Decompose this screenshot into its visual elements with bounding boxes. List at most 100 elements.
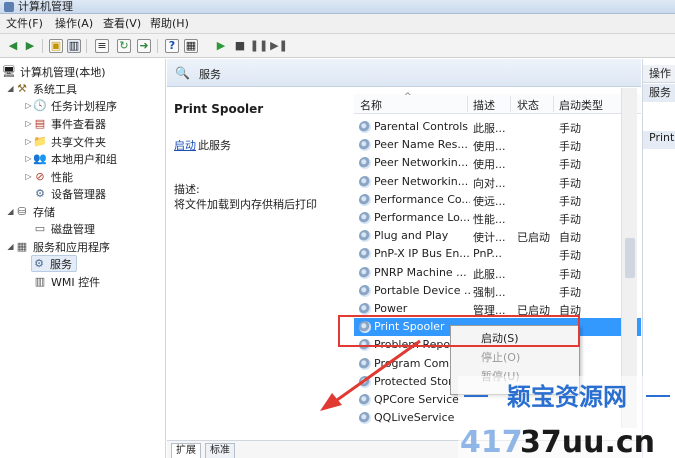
actions-group-print[interactable]: Print: [643, 131, 675, 149]
table-row[interactable]: Peer Name Res... 使用... 手动: [354, 136, 641, 154]
tree-item-shared-folders[interactable]: ▷ 📁 共享文件夹: [24, 133, 106, 150]
clock-icon: 🕓: [33, 99, 47, 112]
restart-service-icon[interactable]: ▶❚: [270, 39, 288, 53]
service-icon: [359, 303, 371, 315]
tree-item-device-manager[interactable]: ⚙ 设备管理器: [33, 185, 106, 202]
tree-item-local-users[interactable]: ▷ 👥 本地用户和组: [24, 150, 117, 167]
service-icon: [359, 175, 371, 188]
table-row[interactable]: Peer Networkin... 使用... 手动: [354, 154, 641, 172]
tree-item-root[interactable]: 🖥 计算机管理(本地): [2, 63, 106, 80]
service-description-cell: 强制...: [473, 285, 506, 299]
stop-service-icon[interactable]: ■: [233, 39, 247, 53]
column-divider[interactable]: [553, 96, 554, 112]
action-pane-icon[interactable]: ▦: [184, 39, 198, 53]
menu-file[interactable]: 文件(F): [6, 17, 43, 31]
event-log-icon: ▤: [34, 117, 46, 130]
expand-icon[interactable]: ▷: [24, 101, 33, 110]
service-name-cell: PnP-X IP Bus En...: [374, 247, 470, 261]
service-description-cell: PnP...: [473, 247, 502, 261]
service-name-cell: Portable Device ...: [374, 283, 470, 297]
expand-icon[interactable]: ▷: [24, 154, 33, 163]
column-divider[interactable]: [510, 96, 511, 112]
actions-group-services[interactable]: 服务: [643, 84, 675, 102]
list-header: 名称 ^ 描述 状态 启动类型: [354, 92, 641, 114]
service-description-cell: 此服...: [473, 267, 506, 281]
expand-icon[interactable]: ▷: [24, 119, 33, 128]
show-hide-tree-icon[interactable]: ▥: [67, 39, 81, 53]
tab-standard[interactable]: 标准: [205, 443, 235, 458]
service-startup-cell: 手动: [559, 267, 581, 281]
toolbar: ◀ ▶ ▣ ▥ ≡ ↻ ➜ ? ▦ ▶ ■ ❚❚ ▶❚: [0, 34, 675, 58]
tree-item-disk-management[interactable]: ▭ 磁盘管理: [33, 220, 95, 237]
service-name-cell: Peer Name Res...: [374, 138, 468, 152]
watermark: 颖宝资源网 417 37uu.cn: [458, 376, 675, 458]
tree-item-event-viewer[interactable]: ▷ ▤ 事件查看器: [24, 115, 106, 132]
table-row[interactable]: Performance Co... 使远... 手动: [354, 191, 641, 209]
arrow-head: [320, 393, 342, 411]
service-startup-cell: 手动: [559, 285, 581, 299]
collapse-icon[interactable]: ◢: [6, 207, 15, 216]
table-row[interactable]: Parental Controls 此服... 手动: [354, 118, 641, 136]
column-startup-type[interactable]: 启动类型: [559, 97, 603, 113]
menu-bar: 文件(F) 操作(A) 查看(V) 帮助(H): [0, 14, 675, 34]
service-description-cell: 向对...: [473, 176, 506, 190]
service-icon: [359, 230, 371, 243]
expand-icon[interactable]: ▷: [24, 137, 33, 146]
start-service-link[interactable]: 启动: [174, 137, 196, 153]
table-row[interactable]: PnP-X IP Bus En... PnP... 手动: [354, 245, 641, 263]
properties-icon[interactable]: ≡: [95, 39, 109, 53]
menu-view[interactable]: 查看(V): [103, 17, 141, 31]
wmi-icon: ▥: [34, 275, 46, 288]
refresh-icon[interactable]: ↻: [117, 39, 131, 53]
table-row[interactable]: Portable Device ... 强制... 手动: [354, 282, 641, 300]
table-row[interactable]: PNRP Machine ... 此服... 手动: [354, 264, 641, 282]
watermark-line2-b: 37uu.cn: [520, 425, 655, 458]
service-name-cell: PNRP Machine ...: [374, 265, 467, 279]
collapse-icon[interactable]: ◢: [6, 84, 15, 93]
computer-icon: 🖥: [2, 65, 16, 78]
users-icon: 👥: [33, 152, 47, 165]
column-status[interactable]: 状态: [517, 97, 539, 113]
description-text: 将文件加载到内存供稍后打印: [174, 198, 317, 211]
tree-item-services-apps[interactable]: ◢ ▦ 服务和应用程序: [6, 238, 110, 255]
menu-help[interactable]: 帮助(H): [150, 17, 189, 31]
forward-icon[interactable]: ▶: [23, 39, 37, 53]
menu-action[interactable]: 操作(A): [55, 17, 93, 31]
center-header: 🔍 服务: [167, 59, 641, 87]
start-service-icon[interactable]: ▶: [214, 39, 228, 53]
tree-item-performance[interactable]: ▷ ⊘ 性能: [24, 168, 73, 185]
tree-item-storage[interactable]: ◢ ⛁ 存储: [6, 203, 55, 220]
service-icon: [359, 284, 371, 297]
up-folder-icon[interactable]: ▣: [49, 39, 63, 53]
tab-extended[interactable]: 扩展: [171, 443, 201, 458]
back-icon[interactable]: ◀: [6, 39, 20, 53]
toolbar-separator: [157, 39, 158, 53]
scrollbar-thumb[interactable]: [625, 238, 635, 278]
pause-service-icon[interactable]: ❚❚: [250, 39, 268, 53]
tree-item-wmi[interactable]: ▥ WMI 控件: [33, 273, 100, 290]
column-name[interactable]: 名称: [360, 97, 382, 113]
table-row[interactable]: Plug and Play 使计... 已启动 自动: [354, 227, 641, 245]
service-description-cell: 使远...: [473, 194, 506, 208]
column-description[interactable]: 描述: [473, 97, 495, 113]
service-name-cell: Plug and Play: [374, 229, 449, 243]
center-header-title: 服务: [199, 68, 221, 81]
collapse-icon[interactable]: ◢: [6, 242, 15, 251]
help-icon[interactable]: ?: [165, 39, 179, 53]
context-stop[interactable]: 停止(O): [481, 349, 520, 365]
table-row[interactable]: Peer Networkin... 向对... 手动: [354, 173, 641, 191]
column-divider[interactable]: [467, 96, 468, 112]
tree-item-task-scheduler[interactable]: ▷ 🕓 任务计划程序: [24, 97, 117, 114]
toolbar-separator: [86, 39, 87, 53]
tree-item-system-tools[interactable]: ◢ ⚒ 系统工具: [6, 80, 77, 97]
expand-icon[interactable]: ▷: [24, 172, 33, 181]
title-bar: 计算机管理: [0, 0, 675, 14]
service-icon: [359, 157, 371, 170]
table-row[interactable]: Performance Lo... 性能... 手动: [354, 209, 641, 227]
service-icon: [359, 139, 371, 152]
annotation-arrow: [320, 339, 421, 411]
export-list-icon[interactable]: ➜: [137, 39, 151, 53]
tree-item-services[interactable]: ⚙ 服务: [31, 255, 77, 272]
service-startup-cell: 手动: [559, 158, 581, 172]
device-manager-icon: ⚙: [35, 187, 45, 200]
